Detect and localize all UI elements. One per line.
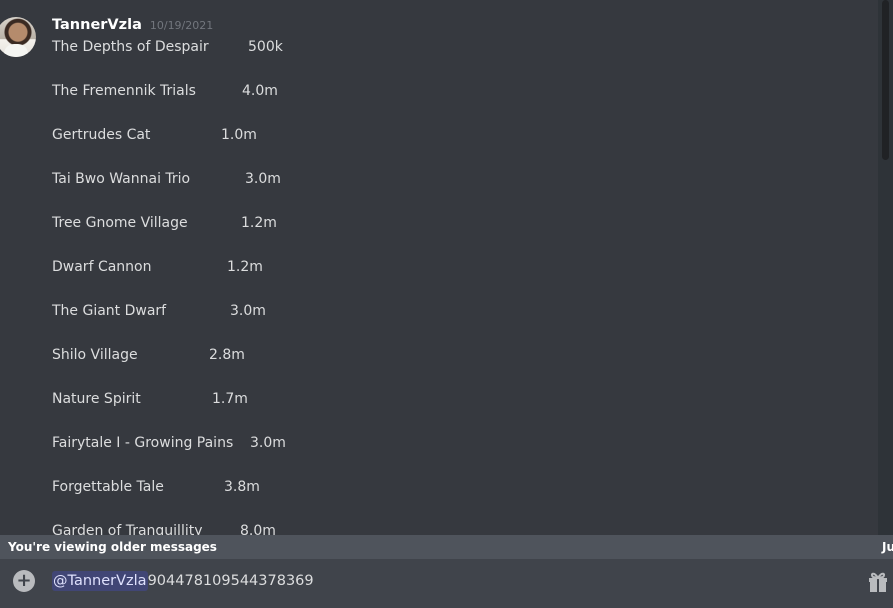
quest-name: The Depths of Despair bbox=[52, 39, 209, 55]
quest-value: 1.0m bbox=[221, 127, 257, 143]
quest-name: The Giant Dwarf bbox=[52, 303, 167, 319]
quest-value: 3.0m bbox=[230, 303, 266, 319]
older-messages-text: You're viewing older messages bbox=[8, 540, 217, 554]
quest-name: The Fremennik Trials bbox=[52, 83, 196, 99]
quest-value: 8.0m bbox=[240, 523, 276, 535]
chat-messages: TannerVzla 10/19/2021 The Depths of Desp… bbox=[0, 0, 878, 535]
gift-icon[interactable] bbox=[867, 569, 889, 593]
avatar[interactable] bbox=[0, 17, 36, 57]
message-header: TannerVzla 10/19/2021 bbox=[52, 17, 213, 37]
quest-value: 3.8m bbox=[224, 479, 260, 495]
quest-value: 4.0m bbox=[242, 83, 278, 99]
quest-name: Gertrudes Cat bbox=[52, 127, 151, 143]
message-composer: + @TannerVzla 904478109544378369 bbox=[0, 559, 893, 608]
quest-value: 2.8m bbox=[209, 347, 245, 363]
quest-value: 3.0m bbox=[245, 171, 281, 187]
quest-name: Tree Gnome Village bbox=[52, 215, 188, 231]
quest-value: 1.2m bbox=[241, 215, 277, 231]
user-mention[interactable]: @TannerVzla bbox=[52, 571, 148, 591]
scrollbar-thumb[interactable] bbox=[882, 0, 889, 160]
older-messages-bar[interactable]: You're viewing older messages Ju bbox=[0, 535, 893, 559]
quest-value: 3.0m bbox=[250, 435, 286, 451]
quest-name: Nature Spirit bbox=[52, 391, 141, 407]
message-timestamp: 10/19/2021 bbox=[149, 19, 214, 32]
scrollbar[interactable] bbox=[878, 0, 893, 535]
quest-name: Garden of Tranquillity bbox=[52, 523, 203, 535]
quest-value: 1.7m bbox=[212, 391, 248, 407]
quest-name: Forgettable Tale bbox=[52, 479, 164, 495]
quest-name: Dwarf Cannon bbox=[52, 259, 152, 275]
message-input-text[interactable]: 904478109544378369 bbox=[148, 573, 314, 589]
quest-name: Shilo Village bbox=[52, 347, 138, 363]
quest-name: Fairytale I - Growing Pains bbox=[52, 435, 234, 451]
jump-to-present-button[interactable]: Ju bbox=[882, 535, 893, 559]
quest-name: Tai Bwo Wannai Trio bbox=[52, 171, 191, 187]
quest-value: 1.2m bbox=[227, 259, 263, 275]
message-input[interactable]: @TannerVzla 904478109544378369 bbox=[52, 570, 314, 592]
username[interactable]: TannerVzla bbox=[52, 17, 142, 33]
plus-circle-icon[interactable]: + bbox=[13, 570, 35, 592]
quest-value: 500k bbox=[248, 39, 283, 55]
